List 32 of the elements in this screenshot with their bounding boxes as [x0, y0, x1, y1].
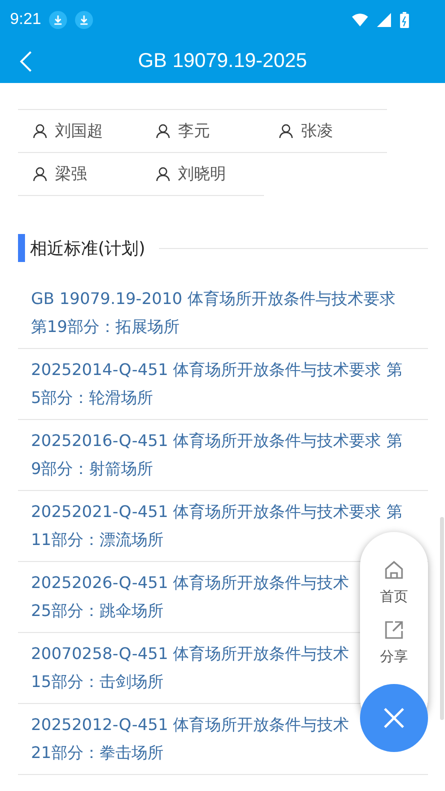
standard-link[interactable]: GB 19079.19-2010 体育场所开放条件与技术要求 第19部分：拓展场所 [31, 285, 396, 341]
section-title: 相近标准(计划) [30, 238, 146, 260]
menu-button[interactable]: 首页 [380, 560, 408, 606]
back-icon[interactable] [20, 51, 32, 72]
download-icon [75, 11, 94, 29]
person-name: 刘国超 [55, 120, 103, 142]
person-icon [279, 124, 293, 138]
standard-link[interactable]: 20252012-Q-451 体育场所开放条件与技术 21部分：拳击场所 [31, 711, 350, 767]
person-icon [33, 124, 47, 138]
menu-button[interactable]: 分享 [380, 620, 408, 666]
standard-link[interactable]: 20252026-Q-451 体育场所开放条件与技术 25部分：跳伞场所 [31, 569, 350, 625]
close-icon [383, 707, 405, 729]
person-icon [156, 167, 170, 181]
share-icon [384, 620, 404, 640]
person-icon [33, 167, 47, 181]
section-marker [18, 234, 25, 262]
standard-link[interactable]: 20070258-Q-451 体育场所开放条件与技术 15部分：击剑场所 [31, 640, 350, 696]
person-name: 梁强 [55, 164, 87, 184]
wifi-icon [352, 13, 368, 27]
status-time: 9:21 [10, 11, 42, 29]
home-icon [384, 560, 404, 580]
download-icon [49, 11, 68, 29]
person-name: 李元 [178, 120, 210, 142]
person-name: 张凌 [301, 120, 333, 142]
standard-link[interactable]: 20252021-Q-451 体育场所开放条件与技术要求 第 11部分：漂流场所 [31, 498, 402, 554]
standard-link[interactable]: 20252016-Q-451 体育场所开放条件与技术要求 第 9部分：射箭场所 [31, 427, 402, 483]
battery-icon [400, 12, 409, 28]
person-name: 刘晓明 [178, 164, 226, 184]
standard-link[interactable]: 20252014-Q-451 体育场所开放条件与技术要求 第 5部分：轮滑场所 [31, 356, 402, 412]
page-title: GB 19079.19-2025 [136, 50, 308, 73]
signal-icon [376, 13, 392, 27]
person-icon [156, 124, 170, 138]
